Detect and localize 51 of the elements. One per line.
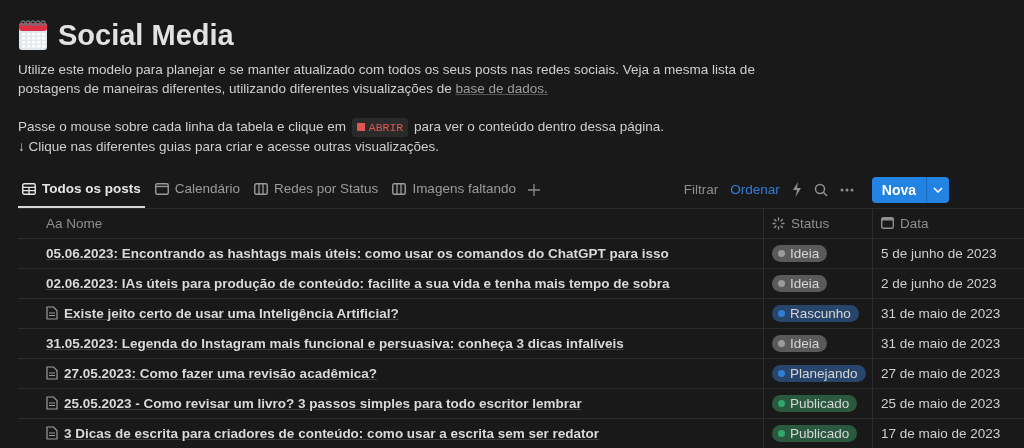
filter-button[interactable]: Filtrar (677, 182, 725, 197)
date-cell: 27 de maio de 2023 (881, 365, 1001, 381)
post-title[interactable]: 02.06.2023: IAs úteis para produção de conteúdo: facilite a sua vida e tenha mais tempo de sobra (46, 275, 670, 291)
date-cell: 31 de maio de 2023 (881, 305, 1001, 321)
status-tag: Publicado (772, 424, 858, 442)
view-tab[interactable]: Imagens faltando (388, 171, 520, 208)
date-cell: 25 de maio de 2023 (881, 395, 1001, 411)
add-icon[interactable] (527, 183, 540, 196)
view-tab[interactable]: Redes por Status (250, 171, 383, 208)
sort-button[interactable]: Ordenar (724, 182, 786, 197)
calendar-icon (881, 217, 894, 229)
column-header[interactable]: Aa Nome (46, 215, 103, 231)
status-tag: Planejando (772, 364, 866, 382)
open-code-chip: ABRIR (351, 117, 409, 137)
post-title[interactable]: 25.05.2023 - Como revisar um livro? 3 passos simples para todo escritor lembrar (64, 395, 582, 411)
page-title: Social Media (58, 18, 234, 52)
date-cell: 31 de maio de 2023 (881, 335, 1001, 351)
status-tag: Rascunho (772, 304, 859, 322)
document-icon (46, 396, 58, 410)
document-icon (46, 426, 58, 440)
database-link[interactable]: base de dados. (455, 81, 548, 96)
calendar-icon (18, 19, 48, 51)
date-cell: 2 de junho de 2023 (881, 275, 997, 291)
status-tag: Ideia (772, 274, 828, 292)
post-title[interactable]: 27.05.2023: Como fazer uma revisão acadêmica? (64, 365, 377, 381)
spinner-icon (772, 216, 785, 230)
more-icon[interactable] (839, 187, 854, 192)
post-title[interactable]: 05.06.2023: Encontrando as hashtags mais úteis: como usar os comandos do ChatGPT para isso (46, 245, 669, 261)
board-icon (392, 182, 407, 195)
document-icon (46, 306, 58, 320)
view-tab[interactable]: Todos os posts (18, 171, 145, 208)
status-tag: Ideia (772, 244, 828, 262)
hint-text: Passe o mouse sobre cada linha da tabela e clique em ABRIR para ver o conteúdo dentro dessa página. ↓ Clique nas diferentes guias para criar e acesse outras visualizações. (18, 117, 665, 156)
post-title[interactable]: 31.05.2023: Legenda do Instagram mais funcional e persuasiva: conheça 3 dicas infalíveis (46, 335, 624, 351)
date-cell: 5 de junho de 2023 (881, 245, 997, 261)
caret-icon (933, 186, 943, 193)
date-cell: 17 de maio de 2023 (881, 425, 1001, 441)
search-icon[interactable] (813, 182, 828, 197)
column-header[interactable]: Status (791, 215, 830, 231)
column-header[interactable]: Data (900, 215, 929, 231)
post-title[interactable]: 3 Dicas de escrita para criadores de conteúdo: como usar a escrita sem ser redator (64, 425, 599, 441)
document-icon (46, 366, 58, 380)
table-icon (22, 182, 36, 195)
board-icon (254, 182, 269, 195)
lightning-icon[interactable] (791, 182, 802, 197)
calendar-icon (154, 182, 169, 195)
post-title[interactable]: Existe jeito certo de usar uma Inteligência Artificial? (64, 305, 399, 321)
status-tag: Publicado (772, 394, 858, 412)
view-tab[interactable]: Calendário (150, 171, 245, 208)
status-tag: Ideia (772, 334, 828, 352)
description-text: Utilize este modelo para planejar e se manter atualizado com todos os seus posts nas redes sociais. Veja a mesma lista de postagens de maneiras diferentes, utilizando diferentes visualizações de base de dados. (18, 61, 756, 98)
